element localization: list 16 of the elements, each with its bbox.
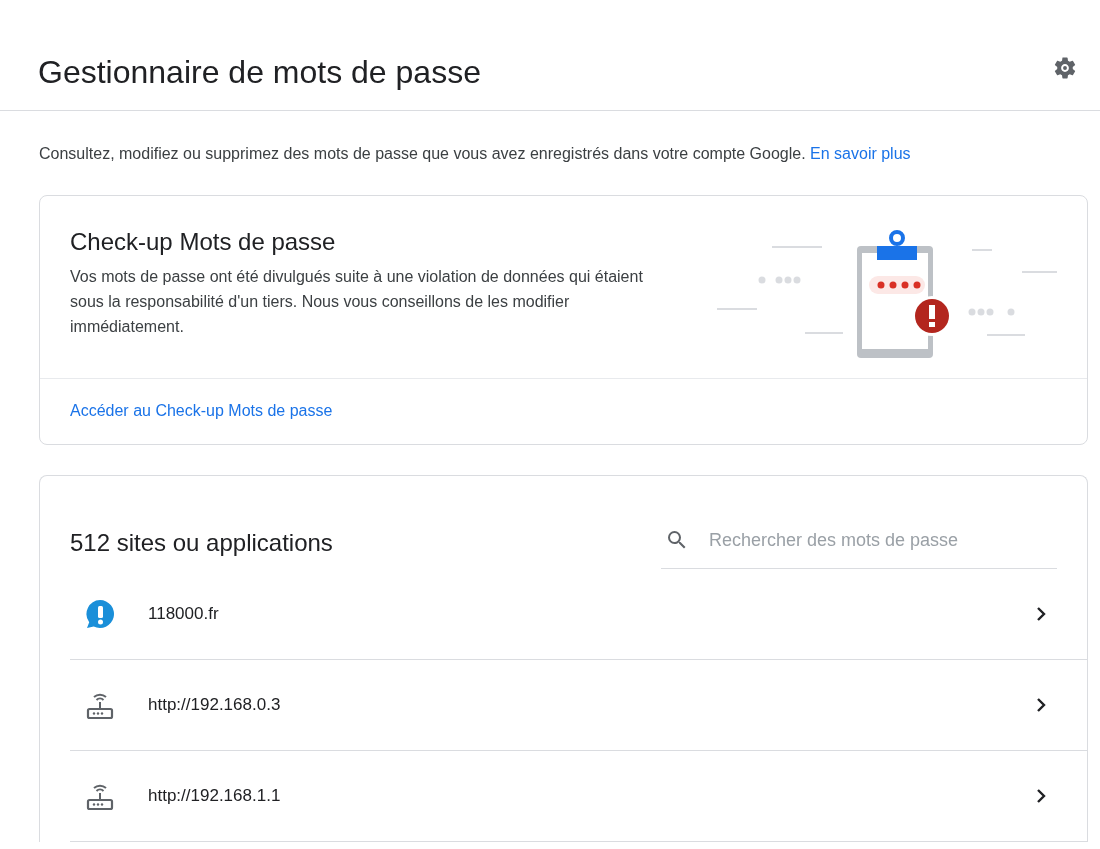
- checkup-title: Check-up Mots de passe: [70, 228, 337, 256]
- site-name: http://192.168.1.1: [148, 786, 282, 806]
- site-name: http://192.168.0.3: [148, 695, 282, 715]
- intro-text: Consultez, modifiez ou supprimez des mots de passe que vous avez enregistrés dans votre compte Google.: [39, 145, 806, 162]
- alert-bubble-icon: [84, 598, 116, 630]
- password-row[interactable]: http://192.168.1.1: [70, 751, 1087, 842]
- passwords-count-title: 512 sites ou applications: [70, 528, 333, 557]
- settings-icon[interactable]: [1052, 55, 1078, 81]
- checkup-link[interactable]: Accéder au Check-up Mots de passe: [70, 402, 333, 419]
- checkup-description: Vos mots de passe ont été divulgués suite à une violation de données qui étaient sous la responsabilité d'un tiers. Nous vous conseillons de les modifier immédiatement.: [70, 267, 644, 337]
- learn-more-link[interactable]: En savoir plus: [810, 145, 911, 162]
- password-row[interactable]: 118000.fr: [70, 569, 1087, 660]
- page-title: Gestionnaire de mots de passe: [38, 53, 481, 91]
- search-field[interactable]: Rechercher des mots de passe: [707, 528, 1057, 552]
- password-row[interactable]: http://192.168.0.3: [70, 660, 1087, 751]
- site-name: 118000.fr: [148, 604, 220, 624]
